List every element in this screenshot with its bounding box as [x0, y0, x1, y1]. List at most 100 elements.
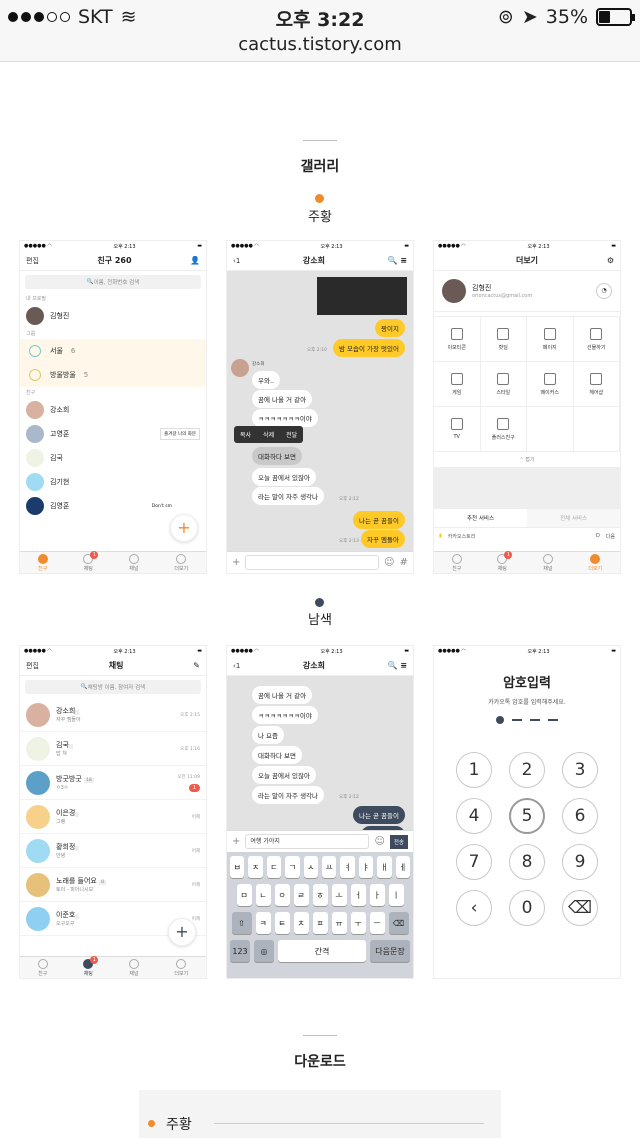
- my-message[interactable]: 짱이지: [375, 319, 405, 337]
- menu-item[interactable]: 선물하기: [573, 317, 620, 362]
- address-bar[interactable]: cactus.tistory.com: [0, 34, 640, 62]
- key[interactable]: ㅂ: [229, 856, 245, 878]
- back-button[interactable]: ‹1: [233, 662, 240, 670]
- key[interactable]: ㅋ: [255, 912, 271, 934]
- edit-button[interactable]: 편집: [26, 256, 39, 266]
- their-message[interactable]: 라는 말이 자주 생각나: [252, 487, 325, 505]
- their-message[interactable]: 대화하다 보면: [252, 746, 302, 764]
- tab-all-services[interactable]: 전체 서비스: [527, 509, 620, 527]
- menu-item[interactable]: 메이커스: [527, 362, 574, 407]
- key[interactable]: ㄹ: [293, 884, 309, 906]
- key[interactable]: ㅁ: [236, 884, 252, 906]
- send-button[interactable]: 전송: [389, 834, 408, 849]
- return-key[interactable]: 다음문장: [370, 940, 410, 962]
- their-message[interactable]: 대화하다 보면: [252, 447, 302, 465]
- key[interactable]: ㅏ: [369, 884, 385, 906]
- search-input[interactable]: 🔍 이름, 전화번호 검색: [25, 275, 201, 289]
- key[interactable]: ㅠ: [331, 912, 347, 934]
- service-item[interactable]: 다음: [606, 533, 615, 540]
- friend-row[interactable]: 고영훈 즐겨갈 나의 화분: [20, 422, 206, 446]
- tab-chats[interactable]: 채팅 1: [83, 550, 99, 572]
- shift-key[interactable]: ⇧: [231, 912, 252, 934]
- tab-chats[interactable]: 채팅 1: [497, 550, 513, 572]
- settings-icon[interactable]: ⚙: [607, 256, 614, 265]
- pin-key[interactable]: 6: [562, 798, 598, 834]
- copy-option[interactable]: 복사: [234, 426, 257, 443]
- pin-key[interactable]: 9: [562, 844, 598, 880]
- key[interactable]: ㄴ: [255, 884, 271, 906]
- my-message[interactable]: 나는 곧 꿈들이: [352, 511, 405, 529]
- key[interactable]: ㅕ: [340, 856, 355, 878]
- my-message[interactable]: 나는 곧 꿈들이: [352, 806, 405, 824]
- bell-icon[interactable]: ◔: [596, 283, 612, 299]
- delete-key[interactable]: ⌫: [562, 890, 598, 926]
- key[interactable]: ㅐ: [377, 856, 392, 878]
- pin-key[interactable]: 3: [562, 752, 598, 788]
- their-message[interactable]: 오늘 꿈에서 있잖아: [252, 766, 316, 784]
- tab-chats[interactable]: 채팅 1: [83, 955, 99, 977]
- their-message[interactable]: 꿈에 나올 거 같아: [252, 686, 313, 704]
- menu-item[interactable]: 이모티콘: [434, 317, 481, 362]
- key[interactable]: ㅓ: [350, 884, 366, 906]
- menu-item[interactable]: 페이지: [527, 317, 574, 362]
- add-friend-icon[interactable]: 👤: [190, 256, 200, 265]
- sender-avatar[interactable]: [231, 359, 249, 377]
- new-chat-icon[interactable]: ✎: [193, 661, 200, 670]
- photo-message[interactable]: [317, 277, 407, 315]
- profile-card[interactable]: 김형진 orioncactus@gmail.com ◔: [434, 271, 620, 312]
- group-row[interactable]: 방울방울 5: [20, 363, 206, 387]
- edit-button[interactable]: 편집: [26, 661, 39, 671]
- their-message[interactable]: 라는 말이 자주 생각나: [252, 786, 325, 804]
- pin-key[interactable]: 0: [509, 890, 545, 926]
- add-fab[interactable]: +: [168, 918, 196, 946]
- chat-row[interactable]: 이은경 그랭 어제: [20, 800, 206, 834]
- pin-key[interactable]: 2: [509, 752, 545, 788]
- their-message[interactable]: 우와..: [252, 371, 281, 389]
- tab-friends[interactable]: 친구: [451, 553, 462, 572]
- their-message[interactable]: ㅋㅋㅋㅋㅋㅋㅋ이야: [252, 409, 318, 427]
- key[interactable]: ㅊ: [293, 912, 309, 934]
- pin-key[interactable]: 4: [456, 798, 492, 834]
- tab-channel[interactable]: 채널: [128, 553, 139, 572]
- menu-item[interactable]: 핫딜: [480, 317, 527, 362]
- key[interactable]: ㅗ: [331, 884, 347, 906]
- tab-recommended[interactable]: 추천 서비스: [434, 509, 527, 527]
- chat-row[interactable]: 황희정 안녕 어제: [20, 834, 206, 868]
- menu-item[interactable]: 게임: [434, 362, 481, 407]
- chat-row[interactable]: 김국 밥 쳐 오후 1:16: [20, 732, 206, 766]
- plus-icon[interactable]: +: [232, 557, 240, 568]
- menu-item[interactable]: 플러스친구: [480, 407, 527, 452]
- their-message[interactable]: 나 요즘: [252, 726, 285, 744]
- tab-friends[interactable]: 친구: [37, 553, 48, 572]
- key[interactable]: ㅎ: [312, 884, 328, 906]
- numbers-key[interactable]: 123: [230, 940, 250, 962]
- key[interactable]: ㅇ: [274, 884, 290, 906]
- pin-key[interactable]: 7: [456, 844, 492, 880]
- plus-icon[interactable]: +: [232, 836, 240, 847]
- chat-row[interactable]: 노래를 들어요 8 토이 - 피아니시모 어제: [20, 868, 206, 902]
- key[interactable]: ㅡ: [369, 912, 385, 934]
- message-input[interactable]: [245, 555, 380, 570]
- download-item[interactable]: 주황: [139, 1090, 501, 1138]
- my-message[interactable]: 밤 모습이 가장 멋있어: [332, 339, 405, 357]
- tab-more[interactable]: 더보기: [174, 958, 188, 977]
- menu-item[interactable]: TV: [434, 407, 481, 452]
- chat-row[interactable]: 강소희 자꾸 멤돌아 오후 2:15: [20, 698, 206, 732]
- pin-key[interactable]: 1: [456, 752, 492, 788]
- my-profile[interactable]: 김형진: [20, 304, 206, 328]
- pin-key[interactable]: 8: [509, 844, 545, 880]
- key[interactable]: ㅛ: [322, 856, 337, 878]
- back-key[interactable]: ‹: [456, 890, 492, 926]
- service-item[interactable]: 카카오스토리: [448, 533, 476, 540]
- key[interactable]: ㅔ: [395, 856, 411, 878]
- hash-icon[interactable]: #: [400, 557, 408, 568]
- globe-icon[interactable]: ◎: [254, 940, 274, 962]
- back-button[interactable]: ‹1: [233, 257, 240, 265]
- key[interactable]: ㅜ: [350, 912, 366, 934]
- menu-item[interactable]: 스타일: [480, 362, 527, 407]
- key[interactable]: ㄷ: [266, 856, 282, 878]
- friend-row[interactable]: 김기현: [20, 470, 206, 494]
- space-key[interactable]: 간격: [278, 940, 366, 962]
- friend-row[interactable]: 김국: [20, 446, 206, 470]
- search-menu-icon[interactable]: 🔍 ≡: [388, 661, 407, 670]
